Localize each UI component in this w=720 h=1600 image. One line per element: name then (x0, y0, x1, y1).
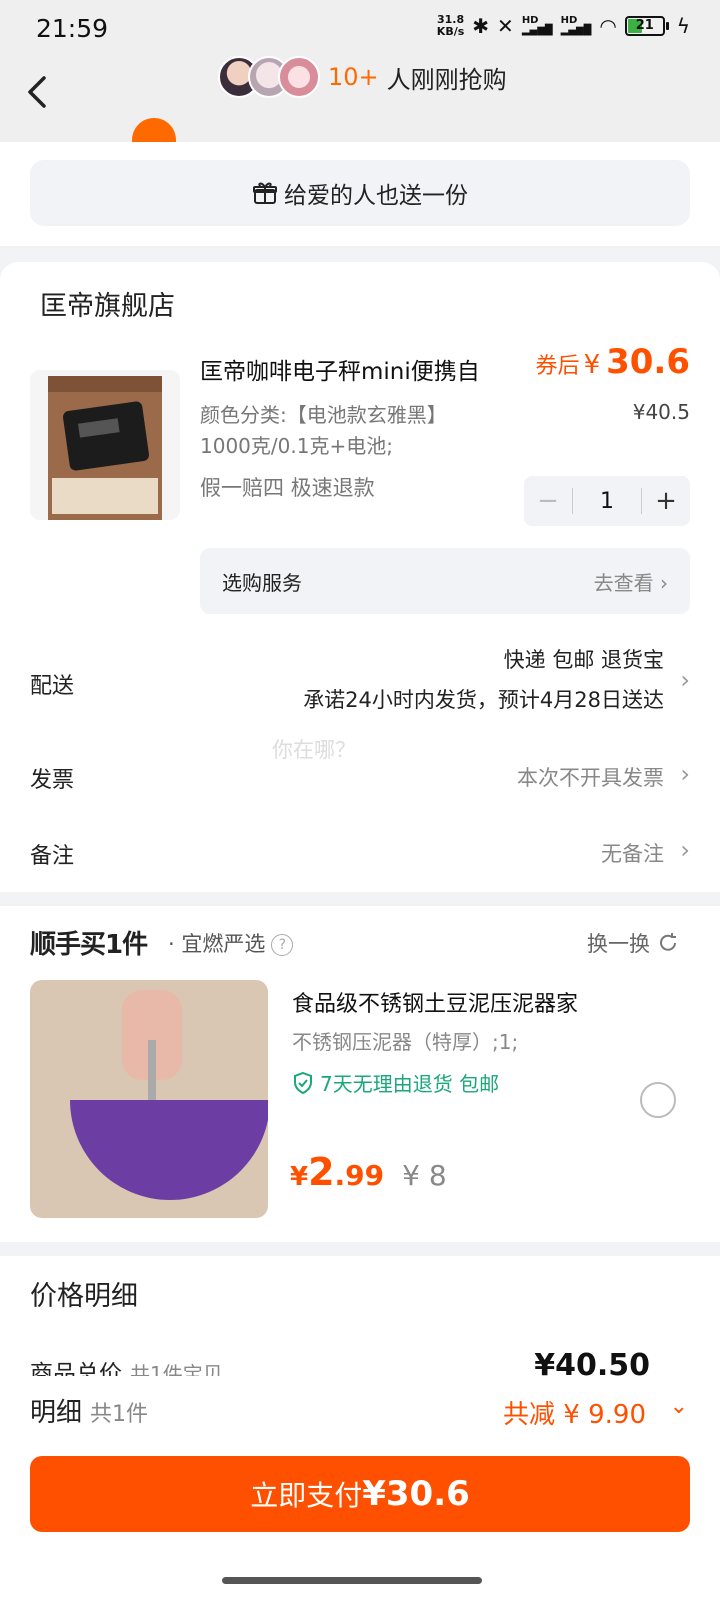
top-header: 10+ 人刚刚抢购 (0, 56, 720, 142)
checkout-bar: 明细 共1件 共减 ¥ 9.90 ⌄ 立即支付 ¥30.6 (0, 1376, 720, 1600)
wifi-icon: ◠ (599, 14, 617, 38)
charging-icon: ϟ (676, 14, 690, 38)
addon-original-price: ¥ 8 (402, 1159, 447, 1192)
service-link: 去查看 › (593, 570, 668, 595)
addon-tag: 7天无理由退货 包邮 (292, 1068, 499, 1097)
back-button[interactable] (20, 70, 60, 120)
chevron-right-icon: › (680, 666, 690, 694)
addon-price: ¥ 2 .99 ¥ 8 (290, 1150, 447, 1194)
vibrate-off-icon: ✕ (497, 14, 514, 38)
product-title[interactable]: 匡帝咖啡电子秤mini便携自 (200, 352, 480, 386)
status-bar: 21:59 31.8 KB/s ✱ ✕ HD ▂▄▆█ HD ▂▄▆█ ◠ 21 ϟ (0, 0, 720, 56)
original-price: ¥40.5 (632, 400, 690, 424)
shop-name[interactable]: 匡帝旗舰店 (40, 284, 175, 323)
addon-source: · 宜燃严选? (168, 928, 294, 958)
refresh-icon (660, 933, 676, 951)
status-time: 21:59 (36, 14, 109, 43)
signal-icon-2: HD ▂▄▆█ (560, 15, 592, 36)
price-detail-title: 价格明细 (30, 1281, 138, 1312)
order-card: 匡帝旗舰店 匡帝咖啡电子秤mini便携自 券后 ¥ 30.6 ¥40.5 颜色分… (0, 262, 720, 892)
price-detail-card: 价格明细 商品总价 共1件宝贝 ¥40.50 (0, 1256, 720, 1387)
decrease-button[interactable]: − (524, 486, 572, 516)
addon-title[interactable]: 食品级不锈钢土豆泥压泥器家 (292, 986, 578, 1018)
addon-card: 顺手买1件 · 宜燃严选? 换一换 食品级不锈钢土豆泥压泥器家 不锈钢压泥器（特… (0, 906, 720, 1242)
coupon-price: 券后 ¥ 30.6 (535, 342, 690, 382)
product-spec[interactable]: 颜色分类:【电池款玄雅黑】 1000克/0.1克+电池; (200, 400, 447, 462)
service-label: 选购服务 (222, 570, 302, 595)
bluetooth-icon: ✱ (472, 14, 490, 38)
note-row[interactable]: 备注 无备注 › (0, 834, 720, 874)
gift-button[interactable]: 给爱的人也送一份 (30, 160, 690, 226)
note-label: 备注 (30, 844, 75, 869)
delivery-row[interactable]: 配送 快递 包邮 退货宝 承诺24小时内发货，预计4月28日送达 › (0, 638, 720, 728)
product-guarantees: 假一赔四 极速退款 (200, 476, 375, 500)
notification-avatar (132, 118, 176, 142)
total-discount[interactable]: 共减 ¥ 9.90 (503, 1394, 646, 1431)
status-icons: 31.8 KB/s ✱ ✕ HD ▂▄▆█ HD ▂▄▆█ ◠ 21 ϟ (436, 13, 690, 39)
delivery-methods: 快递 包邮 退货宝 (503, 648, 664, 672)
note-value: 无备注 (601, 842, 664, 866)
addon-select-radio[interactable] (640, 1082, 676, 1118)
network-speed: 31.8 KB/s (436, 13, 465, 38)
shield-check-icon (294, 1071, 312, 1094)
increase-button[interactable]: + (642, 486, 690, 516)
chevron-double-down-icon[interactable]: ⌄ (670, 1394, 688, 1419)
chevron-right-icon: › (680, 836, 690, 864)
buyers-text: 人刚刚抢购 (386, 65, 507, 94)
avatar (278, 56, 320, 98)
invoice-value: 本次不开具发票 (517, 766, 664, 790)
gift-icon (253, 182, 277, 204)
signal-icon: HD ▂▄▆█ (521, 15, 553, 36)
delivery-estimate: 承诺24小时内发货，预计4月28日送达 (303, 688, 664, 712)
addon-spec: 不锈钢压泥器（特厚）;1; (292, 1030, 519, 1054)
swap-button[interactable]: 换一换 (587, 928, 680, 958)
chevron-right-icon: › (680, 760, 690, 788)
buyers-count: 10+ (328, 63, 379, 91)
pay-now-button[interactable]: 立即支付 ¥30.6 (30, 1456, 690, 1532)
product-image[interactable] (30, 370, 180, 520)
battery-icon: 21 (624, 16, 669, 36)
back-arrow-icon (28, 76, 46, 108)
chevron-right-icon: › (660, 570, 668, 595)
quantity-value[interactable]: 1 (573, 489, 641, 514)
gift-section: 给爱的人也送一份 (0, 142, 720, 246)
home-indicator[interactable] (222, 1577, 482, 1584)
purchase-service-row[interactable]: 选购服务 去查看 › (200, 548, 690, 614)
gift-button-label: 给爱的人也送一份 (284, 183, 468, 209)
recent-buyers: 10+ 人刚刚抢购 (218, 56, 507, 98)
addon-logo: 顺手买1件 (30, 930, 148, 960)
invoice-row[interactable]: 发票 本次不开具发票 › (0, 758, 720, 798)
invoice-label: 发票 (30, 768, 75, 793)
help-icon[interactable]: ? (271, 934, 294, 956)
quantity-stepper: − 1 + (524, 476, 690, 526)
delivery-label: 配送 (30, 674, 75, 699)
addon-product-image[interactable] (30, 980, 268, 1218)
detail-toggle[interactable]: 明细 共1件 (30, 1392, 148, 1429)
